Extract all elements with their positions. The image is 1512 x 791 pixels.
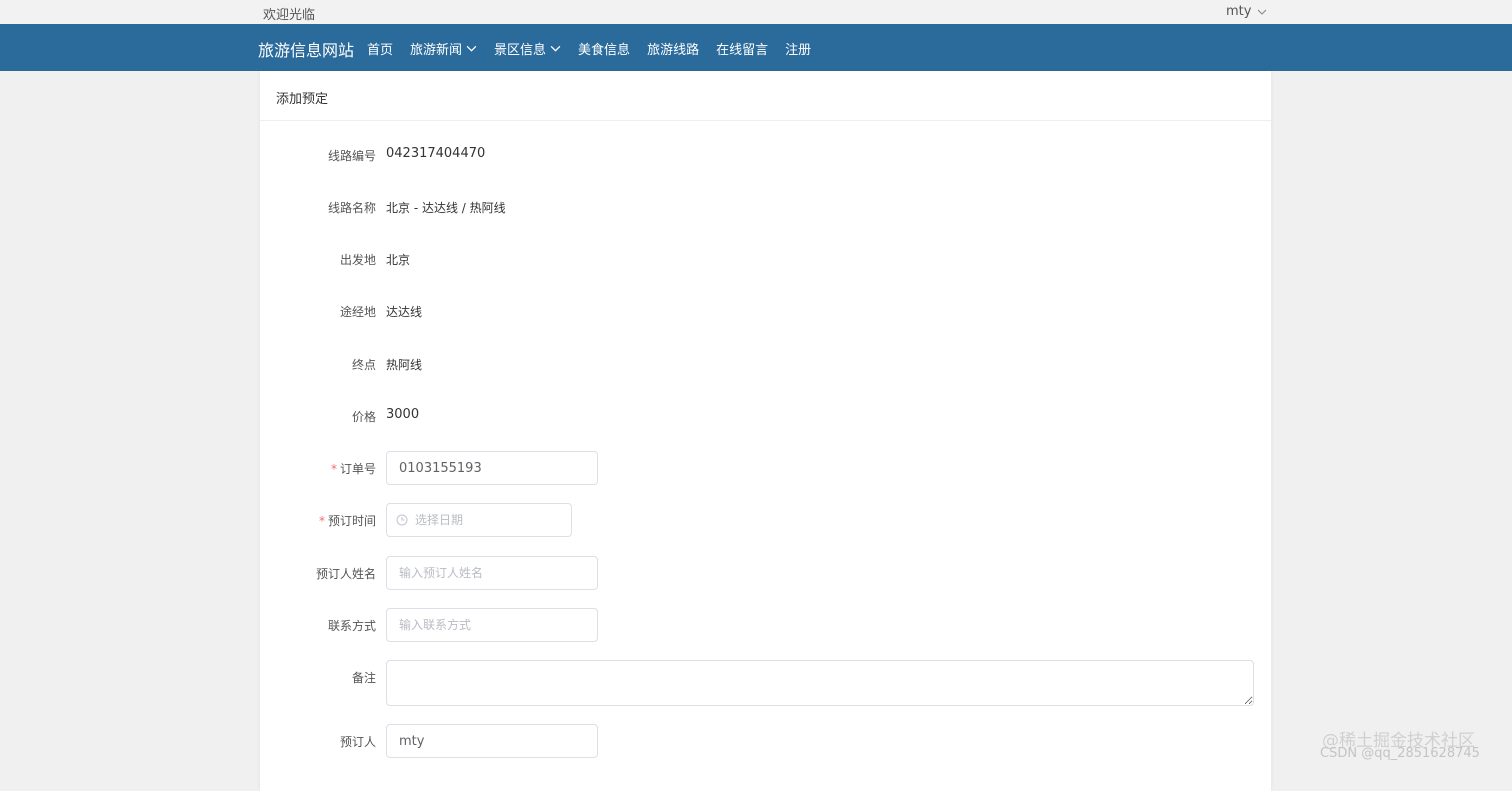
chevron-down-icon — [466, 45, 477, 52]
chevron-down-icon — [1258, 9, 1267, 15]
nav-item-message-board[interactable]: 在线留言 — [716, 39, 768, 58]
destination-label: 终点 — [351, 358, 376, 372]
price-label: 价格 — [351, 410, 376, 424]
top-strip: 欢迎光临 mty — [0, 0, 1512, 24]
nav-item-travel-routes[interactable]: 旅游线路 — [647, 39, 699, 58]
nav-item-home[interactable]: 首页 — [367, 39, 393, 58]
route-no-label: 线路编号 — [327, 149, 376, 163]
required-mark: * — [318, 514, 325, 528]
via-label: 途经地 — [339, 305, 376, 319]
nav-item-label: 在线留言 — [716, 43, 769, 58]
booker-input[interactable] — [386, 724, 598, 758]
main-navbar: 旅游信息网站 首页 旅游新闻 景区信息 美食信息 旅游线路 在线留言 注册 — [0, 24, 1512, 71]
nav-item-label: 旅游新闻 — [410, 43, 463, 58]
required-mark: * — [330, 462, 337, 476]
nav-menu: 首页 旅游新闻 景区信息 美食信息 旅游线路 在线留言 注册 — [367, 39, 828, 58]
booker-name-label: 预订人姓名 — [315, 567, 376, 581]
nav-item-label: 注册 — [785, 43, 812, 58]
route-name-value: 北京 - 达达线 / 热阿线 — [386, 201, 506, 215]
booking-time-label: 预订时间 — [327, 514, 376, 528]
booking-time-input[interactable] — [413, 512, 563, 528]
via-value: 达达线 — [386, 305, 423, 319]
chevron-down-icon — [550, 45, 561, 52]
site-brand[interactable]: 旅游信息网站 — [258, 37, 354, 61]
booker-label: 预订人 — [339, 735, 376, 749]
watermark-csdn: CSDN @qq_2851628745 — [1320, 746, 1480, 761]
booking-time-picker[interactable] — [386, 503, 572, 537]
nav-item-food-info[interactable]: 美食信息 — [578, 39, 630, 58]
order-no-input[interactable] — [386, 451, 598, 485]
booking-form-card: 添加预定 线路编号 042317404470 线路名称 北京 - 达达线 / 热… — [260, 71, 1271, 791]
card-title: 添加预定 — [260, 71, 1271, 121]
route-no-value: 042317404470 — [386, 146, 486, 161]
order-no-label-wrap: * 订单号 — [331, 460, 376, 477]
username: mty — [1226, 4, 1252, 19]
clock-icon — [396, 514, 408, 526]
welcome-text: 欢迎光临 — [263, 8, 316, 23]
route-name-label: 线路名称 — [327, 201, 376, 215]
nav-item-scenic-info[interactable]: 景区信息 — [494, 39, 561, 58]
nav-item-label: 首页 — [367, 43, 394, 58]
price-value: 3000 — [386, 407, 420, 422]
nav-item-label: 旅游线路 — [647, 43, 700, 58]
booking-time-label-wrap: * 预订时间 — [319, 512, 376, 529]
contact-input[interactable] — [386, 608, 598, 642]
remark-label: 备注 — [351, 671, 376, 685]
departure-value: 北京 — [386, 253, 411, 267]
contact-label: 联系方式 — [327, 619, 376, 633]
order-no-label: 订单号 — [339, 462, 376, 476]
departure-label: 出发地 — [339, 253, 376, 267]
nav-item-label: 美食信息 — [578, 43, 631, 58]
nav-item-register[interactable]: 注册 — [785, 39, 811, 58]
destination-value: 热阿线 — [386, 358, 423, 372]
booker-name-input[interactable] — [386, 556, 598, 590]
remark-textarea[interactable] — [386, 660, 1254, 706]
nav-item-label: 景区信息 — [494, 43, 547, 58]
nav-item-travel-news[interactable]: 旅游新闻 — [410, 39, 477, 58]
user-menu[interactable]: mty — [1226, 4, 1267, 19]
